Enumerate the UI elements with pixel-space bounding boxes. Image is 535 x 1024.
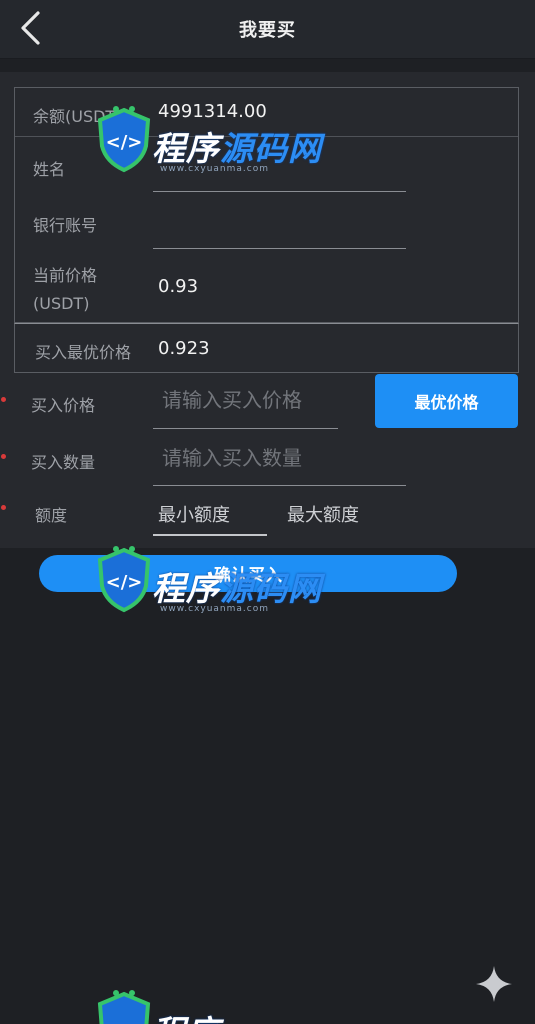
name-underline: [153, 191, 406, 192]
watermark-text-white: 程序: [152, 129, 220, 168]
best-price-button[interactable]: 最优价格: [375, 374, 518, 428]
shield-code-icon: </>: [97, 546, 151, 613]
watermark-logo: </> 程序源码网 www.cxyuanma.com: [94, 100, 334, 190]
svg-text:</>: </>: [106, 572, 143, 593]
watermark-text-blue: 源码网: [220, 129, 322, 168]
quantity-input[interactable]: [158, 441, 406, 475]
bank-account-underline: [153, 248, 406, 249]
top-nav-bar: 我要买: [0, 0, 535, 59]
min-amount-option[interactable]: 最小额度: [158, 501, 230, 527]
max-amount-option[interactable]: 最大额度: [287, 501, 359, 527]
chevron-left-icon: [21, 11, 40, 45]
current-price-label-line2: (USDT): [33, 294, 90, 313]
buy-price-input[interactable]: [158, 383, 346, 417]
svg-text:</>: </>: [106, 132, 143, 153]
watermark-text: 程序: [152, 1006, 220, 1024]
required-dot: [1, 397, 6, 402]
name-label: 姓名: [33, 160, 66, 179]
watermark-text: 程序源码网: [152, 562, 322, 610]
bank-account-label: 银行账号: [33, 216, 98, 235]
watermark-text-white: 程序: [152, 1013, 220, 1024]
buy-price-label: 买入价格: [31, 396, 96, 415]
best-buy-price-label: 买入最优价格: [35, 343, 132, 362]
watermark-text-blue: 源码网: [220, 569, 322, 608]
required-dot: [1, 505, 6, 510]
watermark-logo: </> 程序源码网 www.cxyuanma.com: [94, 540, 334, 630]
watermark-url: www.cxyuanma.com: [160, 164, 270, 174]
current-price-label-line1: 当前价格: [33, 266, 98, 285]
shield-code-icon: [97, 990, 151, 1024]
watermark-url: www.cxyuanma.com: [160, 604, 270, 614]
back-button[interactable]: [10, 6, 50, 50]
current-price-value: 0.93: [158, 276, 199, 297]
shield-code-icon: </>: [97, 106, 151, 173]
quantity-label: 买入数量: [31, 453, 96, 472]
page-title: 我要买: [239, 20, 296, 41]
watermark-text-white: 程序: [152, 569, 220, 608]
best-buy-price-value: 0.923: [158, 338, 210, 359]
sparkle-icon: [476, 966, 512, 1002]
buy-price-underline: [153, 428, 338, 429]
required-dot: [1, 454, 6, 459]
amount-active-underline: [153, 534, 267, 536]
watermark-text: 程序源码网: [152, 122, 322, 170]
amount-label: 额度: [35, 506, 68, 525]
current-price-label: 当前价格 (USDT): [33, 262, 97, 318]
watermark-logo: 程序: [94, 984, 334, 1024]
quantity-underline: [153, 485, 406, 486]
